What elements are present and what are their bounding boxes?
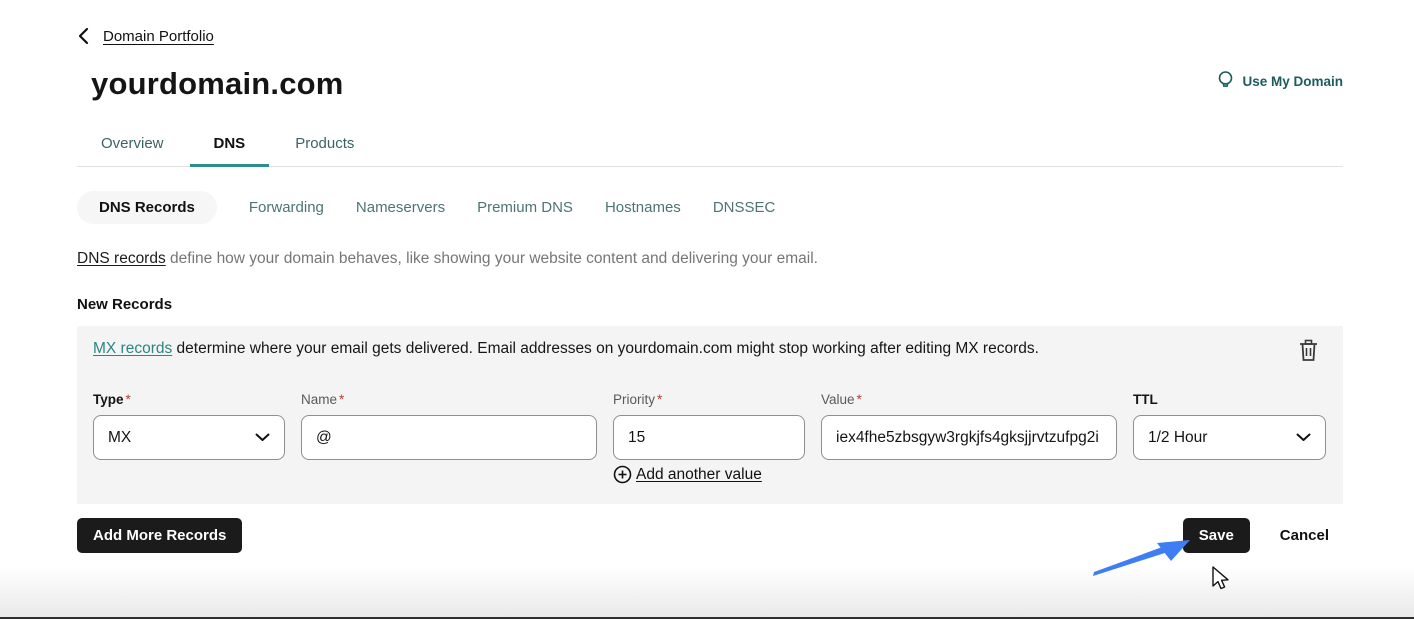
main-tabs: Overview DNS Products	[77, 125, 1343, 167]
subtab-premium-dns[interactable]: Premium DNS	[477, 191, 573, 224]
mx-record-panel: MX records determine where your email ge…	[77, 326, 1343, 504]
page-content: Domain Portfolio yourdomain.com Use My D…	[77, 0, 1343, 553]
add-another-value-label: Add another value	[636, 466, 762, 484]
plus-circle-icon	[613, 465, 632, 484]
cancel-button[interactable]: Cancel	[1280, 527, 1329, 544]
breadcrumb: Domain Portfolio	[77, 27, 1343, 45]
ttl-selected-value: 1/2 Hour	[1148, 429, 1207, 447]
save-button[interactable]: Save	[1183, 518, 1250, 553]
value-field-group: Value*	[821, 392, 1117, 460]
add-more-records-button[interactable]: Add More Records	[77, 518, 242, 553]
subtab-forwarding[interactable]: Forwarding	[249, 191, 324, 224]
mx-warning-note: MX records determine where your email ge…	[93, 340, 1327, 358]
form-actions: Add More Records Save Cancel	[77, 518, 1343, 553]
ttl-label: TTL	[1133, 392, 1326, 407]
mouse-cursor-icon	[1213, 567, 1228, 589]
use-my-domain-label: Use My Domain	[1242, 74, 1343, 89]
tab-dns[interactable]: DNS	[214, 125, 246, 166]
priority-label: Priority*	[613, 392, 805, 407]
priority-input[interactable]	[613, 415, 805, 460]
actions-right: Save Cancel	[1183, 518, 1343, 553]
required-asterisk: *	[657, 392, 662, 407]
footer-fade	[0, 567, 1414, 619]
required-asterisk: *	[126, 392, 131, 407]
tab-overview[interactable]: Overview	[101, 125, 164, 166]
dns-description: DNS records define how your domain behav…	[77, 250, 1343, 268]
back-chevron-icon[interactable]	[77, 27, 91, 45]
value-input[interactable]	[821, 415, 1117, 460]
dns-description-text: define how your domain behaves, like sho…	[166, 250, 818, 267]
dns-records-link[interactable]: DNS records	[77, 250, 166, 267]
add-another-value-button[interactable]: Add another value	[613, 465, 1326, 484]
name-field-group: Name*	[301, 392, 597, 460]
required-asterisk: *	[339, 392, 344, 407]
new-records-heading: New Records	[77, 296, 1343, 313]
type-selected-value: MX	[108, 429, 131, 447]
mx-records-link[interactable]: MX records	[93, 340, 172, 357]
chevron-down-icon	[255, 433, 270, 442]
subtab-dns-records[interactable]: DNS Records	[77, 191, 217, 224]
dns-subtabs: DNS Records Forwarding Nameservers Premi…	[77, 191, 1343, 224]
value-label: Value*	[821, 392, 1117, 407]
tab-products[interactable]: Products	[295, 125, 354, 166]
trash-icon	[1298, 339, 1319, 362]
ttl-select[interactable]: 1/2 Hour	[1133, 415, 1326, 460]
subtab-dnssec[interactable]: DNSSEC	[713, 191, 776, 224]
name-input[interactable]	[301, 415, 597, 460]
record-form: Type* MX Name* Priority* Value*	[93, 392, 1327, 484]
use-my-domain-button[interactable]: Use My Domain	[1217, 70, 1343, 92]
domain-portfolio-link[interactable]: Domain Portfolio	[103, 28, 214, 45]
type-select[interactable]: MX	[93, 415, 285, 460]
name-label: Name*	[301, 392, 597, 407]
required-asterisk: *	[857, 392, 862, 407]
lightbulb-icon	[1217, 70, 1234, 92]
ttl-field-group: TTL 1/2 Hour	[1133, 392, 1326, 460]
chevron-down-icon	[1296, 433, 1311, 442]
delete-record-button[interactable]	[1298, 339, 1319, 367]
subtab-nameservers[interactable]: Nameservers	[356, 191, 445, 224]
type-field-group: Type* MX	[93, 392, 285, 460]
mx-warning-text: determine where your email gets delivere…	[172, 340, 1039, 357]
page-title: yourdomain.com	[91, 66, 1343, 102]
type-label: Type*	[93, 392, 285, 407]
priority-field-group: Priority*	[613, 392, 805, 460]
subtab-hostnames[interactable]: Hostnames	[605, 191, 681, 224]
